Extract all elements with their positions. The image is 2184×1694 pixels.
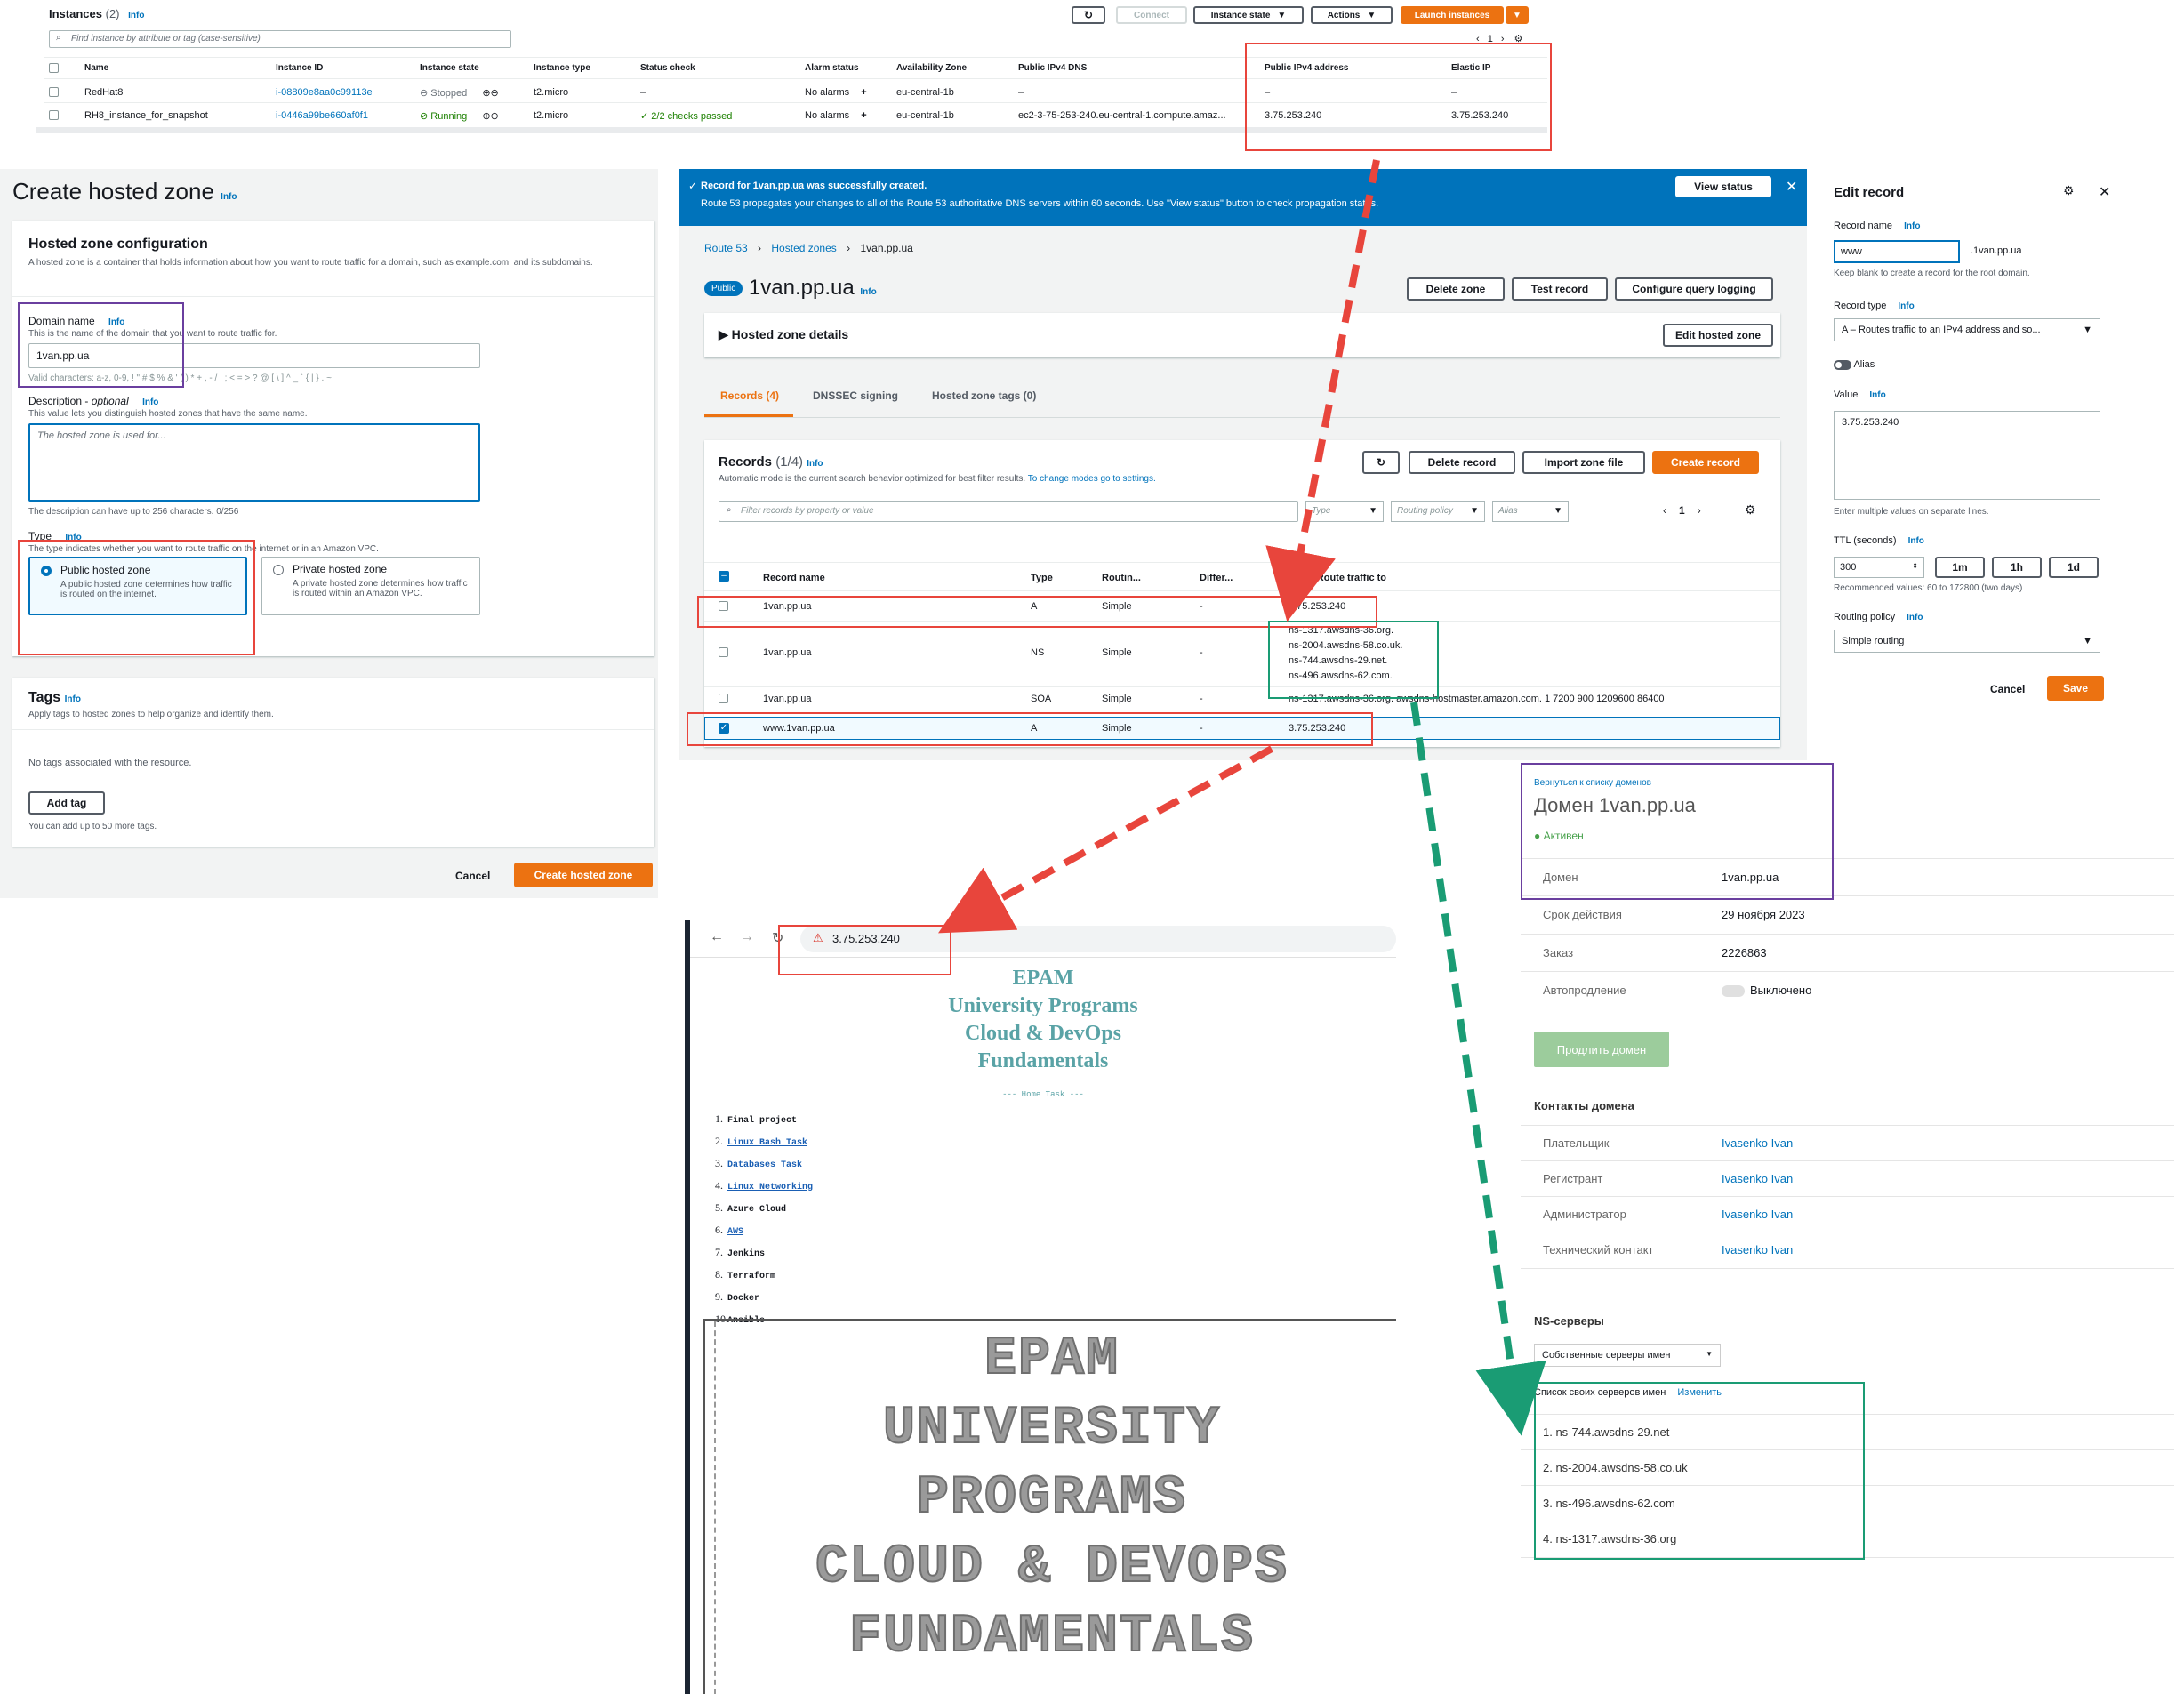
arrow-ns-to-registrar: [1410, 702, 1546, 1436]
arrow-www-to-browser: [937, 745, 1273, 934]
arrow-ip-to-record: [1265, 159, 1380, 622]
annotation-arrows: [937, 159, 1546, 1436]
